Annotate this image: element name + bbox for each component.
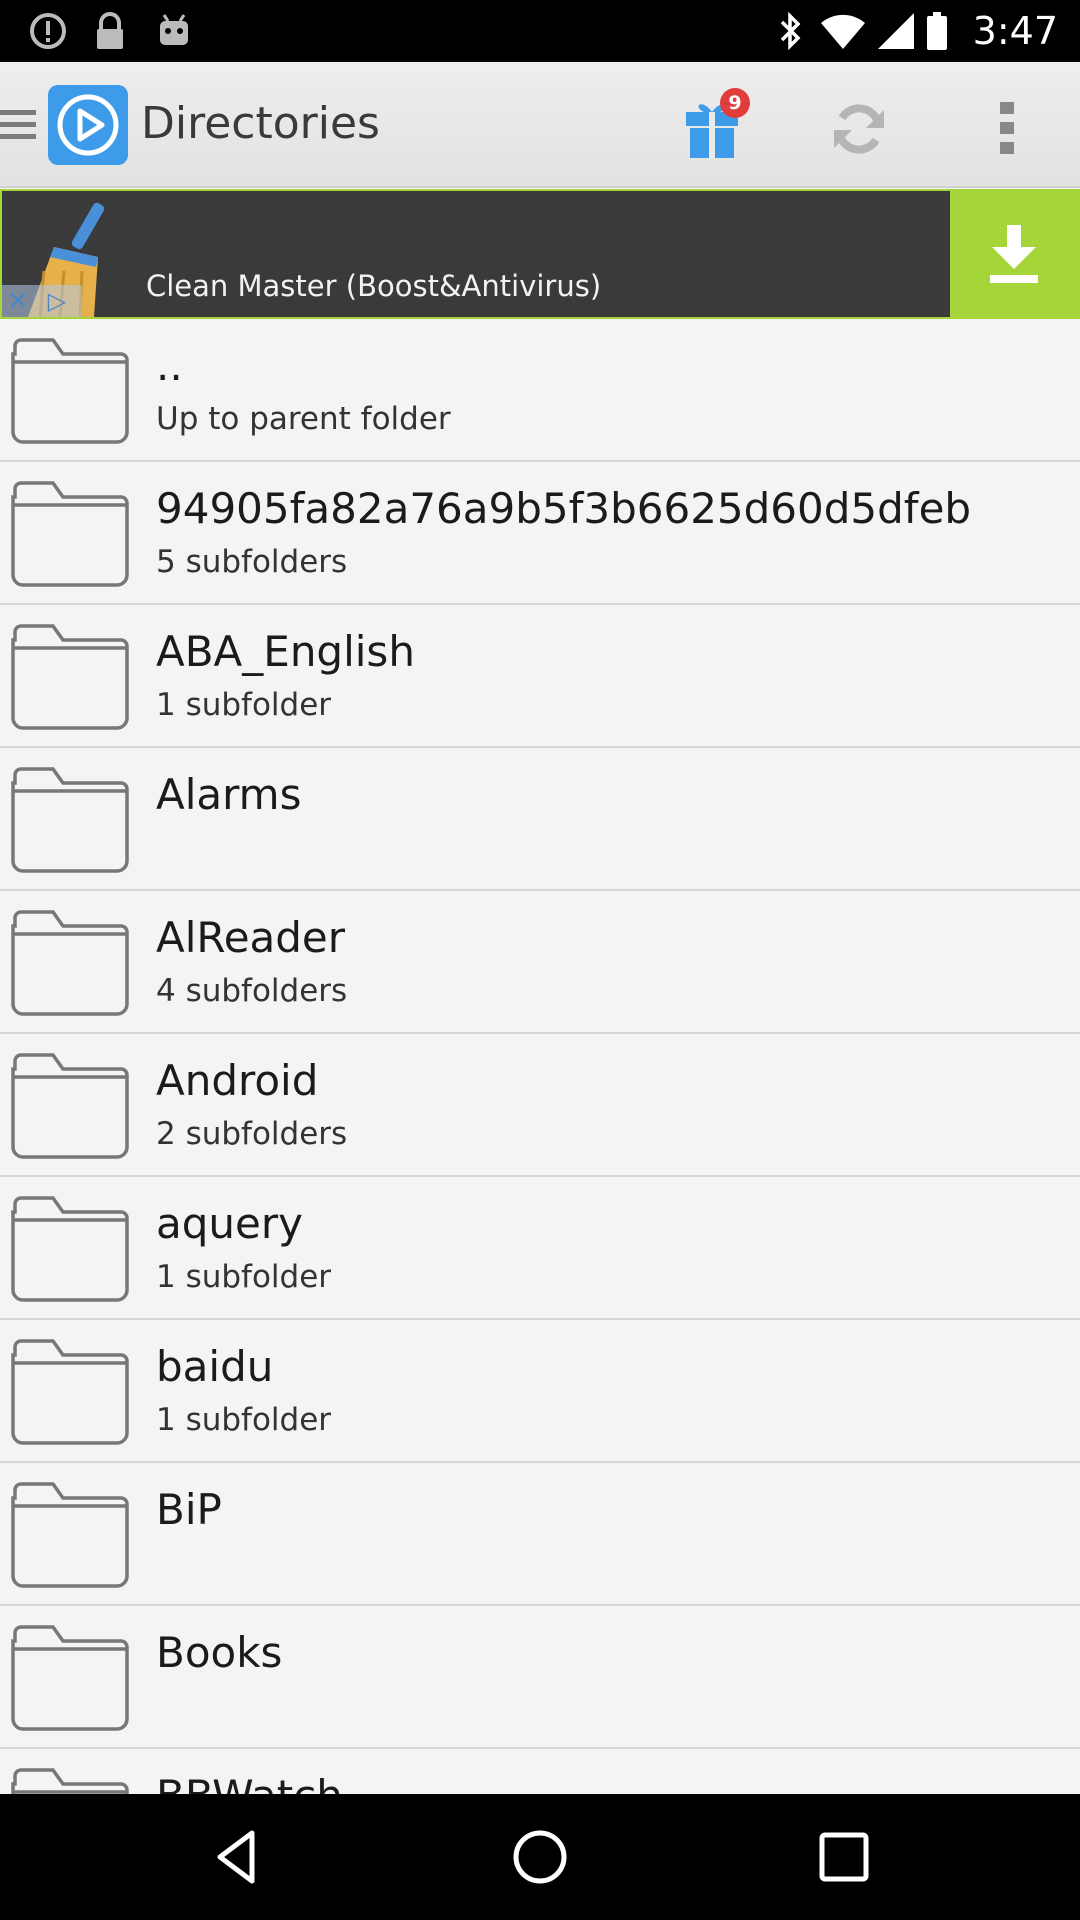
folder-icon: [11, 1196, 129, 1302]
list-item[interactable]: Android 2 subfolders: [0, 1034, 1080, 1177]
list-item[interactable]: BiP: [0, 1463, 1080, 1606]
page-title: Directories: [141, 98, 380, 149]
menu-icon[interactable]: [0, 104, 40, 144]
folder-icon: [11, 1053, 129, 1159]
back-icon[interactable]: [208, 1827, 268, 1887]
ad-banner[interactable]: Clean Master (Boost&Antivirus) ✕ ▷: [0, 189, 1080, 319]
list-item[interactable]: baidu 1 subfolder: [0, 1320, 1080, 1463]
folder-name: Android: [156, 1056, 319, 1105]
folder-name: aquery: [156, 1199, 303, 1248]
directory-list: .. Up to parent folder 94905fa82a76a9b5f…: [0, 319, 1080, 1794]
clock: 3:47: [972, 9, 1058, 53]
wifi-icon: [821, 14, 865, 50]
folder-subtitle: 2 subfolders: [156, 1116, 348, 1152]
folder-name: BiP: [156, 1485, 222, 1534]
play-logo-icon[interactable]: [46, 83, 130, 167]
folder-subtitle: 4 subfolders: [156, 973, 348, 1009]
battery-icon: [927, 12, 947, 50]
list-item[interactable]: 94905fa82a76a9b5f3b6625d60d5dfeb 5 subfo…: [0, 462, 1080, 605]
folder-icon: [11, 767, 129, 873]
refresh-icon[interactable]: [830, 100, 888, 158]
list-item[interactable]: .. Up to parent folder: [0, 319, 1080, 462]
list-item[interactable]: ABA_English 1 subfolder: [0, 605, 1080, 748]
folder-name: Books: [156, 1628, 283, 1677]
folder-name: baidu: [156, 1342, 274, 1391]
action-bar: Directories 9: [0, 62, 1080, 188]
folder-name: AlReader: [156, 913, 346, 962]
folder-name: Alarms: [156, 770, 302, 819]
folder-icon: [11, 1339, 129, 1445]
ad-close-button[interactable]: ✕ ▷: [2, 285, 82, 317]
folder-icon: [11, 1482, 129, 1588]
overflow-menu-icon[interactable]: [992, 98, 1022, 158]
folder-icon: [11, 624, 129, 730]
download-icon: [990, 225, 1038, 283]
android-icon: [160, 14, 188, 45]
bluetooth-icon: [780, 11, 801, 51]
list-item[interactable]: Alarms: [0, 748, 1080, 891]
list-item[interactable]: Books: [0, 1606, 1080, 1749]
lock-icon: [97, 12, 123, 49]
folder-icon: [11, 481, 129, 587]
folder-icon: [11, 338, 129, 444]
folder-name: BBWatch: [156, 1771, 343, 1794]
recents-icon[interactable]: [814, 1827, 874, 1887]
folder-subtitle: 1 subfolder: [156, 1259, 332, 1295]
alert-circle-icon: [30, 13, 66, 49]
home-icon[interactable]: [510, 1827, 570, 1887]
folder-icon: [11, 910, 129, 1016]
folder-name: ..: [156, 341, 183, 390]
folder-name: ABA_English: [156, 627, 415, 676]
folder-subtitle: 1 subfolder: [156, 1402, 332, 1438]
list-item[interactable]: BBWatch: [0, 1749, 1080, 1794]
folder-subtitle: Up to parent folder: [156, 401, 451, 437]
ad-text[interactable]: Clean Master (Boost&Antivirus): [146, 269, 601, 303]
list-item[interactable]: aquery 1 subfolder: [0, 1177, 1080, 1320]
folder-icon: [11, 1625, 129, 1731]
folder-name: 94905fa82a76a9b5f3b6625d60d5dfeb: [156, 484, 972, 533]
folder-subtitle: 5 subfolders: [156, 544, 348, 580]
navigation-bar: [0, 1794, 1080, 1920]
list-item[interactable]: AlReader 4 subfolders: [0, 891, 1080, 1034]
folder-subtitle: 1 subfolder: [156, 687, 332, 723]
ad-download-button[interactable]: [950, 191, 1078, 317]
gift-badge: 9: [720, 88, 750, 118]
folder-icon: [11, 1768, 129, 1794]
status-bar: 3:47: [0, 0, 1080, 62]
signal-icon: [878, 13, 914, 49]
